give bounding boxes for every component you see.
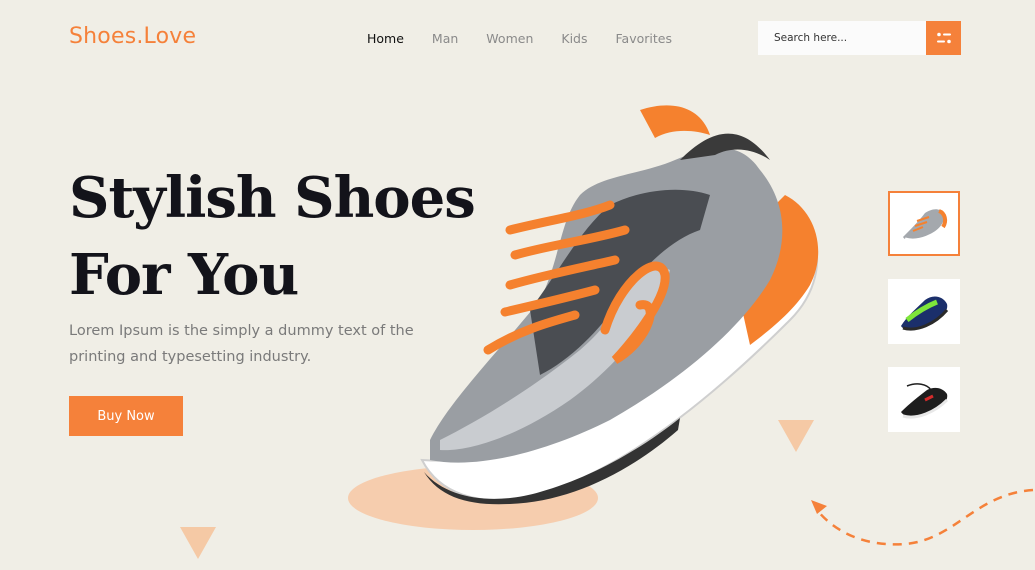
nav-kids[interactable]: Kids: [561, 31, 587, 46]
thumbnail-gray-orange-shoe[interactable]: [888, 191, 960, 256]
thumbnail-blue-green-shoe[interactable]: [888, 279, 960, 344]
search-input[interactable]: [758, 31, 926, 45]
dashed-arrow-decoration: [811, 488, 1034, 546]
nav-women[interactable]: Women: [486, 31, 533, 46]
filter-button[interactable]: [926, 21, 961, 55]
thumbnail-list: [888, 191, 960, 455]
blue-green-shoe-thumbnail-icon: [901, 296, 949, 330]
search-bar: [758, 21, 961, 55]
nav-man[interactable]: Man: [432, 31, 458, 46]
filter-icon: [936, 32, 951, 44]
hero-description: Lorem Ipsum is the simply a dummy text o…: [69, 323, 414, 365]
hero-shoe-image: [420, 105, 819, 505]
black-red-shoe-thumbnail-icon: [901, 382, 949, 418]
triangle-decoration-bottom: [180, 527, 216, 559]
main-nav: Home Man Women Kids Favorites: [367, 31, 700, 46]
buy-now-button[interactable]: Buy Now: [69, 396, 183, 436]
thumbnail-black-red-shoe[interactable]: [888, 367, 960, 432]
nav-favorites[interactable]: Favorites: [616, 31, 672, 46]
brand-logo[interactable]: Shoes.Love: [69, 24, 196, 49]
gray-orange-shoe-thumbnail-icon: [903, 208, 948, 241]
nav-home[interactable]: Home: [367, 31, 404, 46]
